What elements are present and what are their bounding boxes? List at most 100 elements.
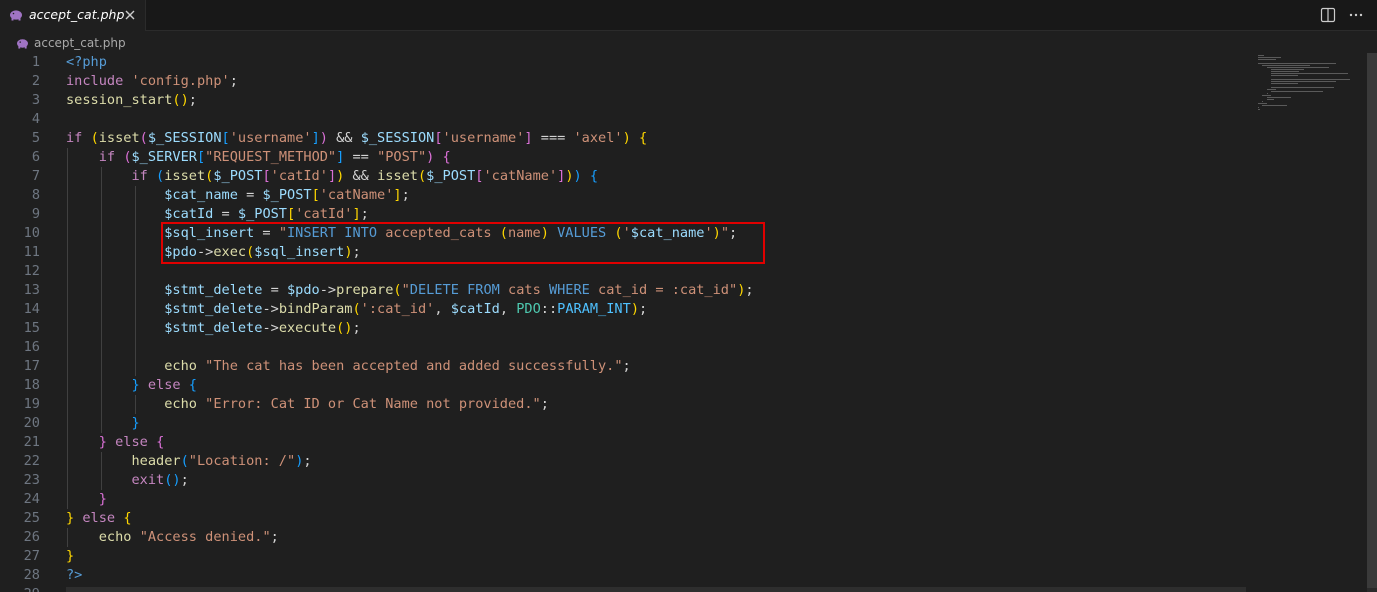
- code-token: [: [196, 149, 206, 165]
- code-text[interactable]: echo "Access denied.";: [66, 528, 279, 547]
- code-line[interactable]: 12: [0, 262, 1250, 281]
- code-token: 'username': [442, 130, 525, 146]
- code-text[interactable]: } else {: [66, 376, 197, 395]
- code-token: $_POST: [426, 168, 476, 184]
- code-line[interactable]: 22 header("Location: /");: [0, 452, 1250, 471]
- code-text[interactable]: if ($_SERVER["REQUEST_METHOD"] == "POST"…: [66, 148, 451, 167]
- code-line[interactable]: 17 echo "The cat has been accepted and a…: [0, 357, 1250, 376]
- code-token: execute: [278, 320, 337, 336]
- line-number: 25: [23, 510, 40, 526]
- horizontal-scrollbar[interactable]: [66, 587, 1246, 592]
- code-line[interactable]: 19 echo "Error: Cat ID or Cat Name not p…: [0, 395, 1250, 414]
- code-token: ,: [499, 301, 517, 317]
- code-text[interactable]: ?>: [66, 566, 82, 585]
- code-text[interactable]: if (isset($_POST['catId']) && isset($_PO…: [66, 167, 598, 186]
- code-line[interactable]: 3 session_start();: [0, 91, 1250, 110]
- code-line[interactable]: 6 if ($_SERVER["REQUEST_METHOD"] == "POS…: [0, 148, 1250, 167]
- vertical-scrollbar[interactable]: [1367, 53, 1377, 592]
- line-number: 16: [23, 339, 40, 355]
- code-text[interactable]: echo "The cat has been accepted and adde…: [66, 357, 631, 376]
- scrollbar-thumb[interactable]: [1367, 53, 1377, 588]
- code-line[interactable]: 15 $stmt_delete->execute();: [0, 319, 1250, 338]
- code-token: $_POST: [262, 187, 312, 203]
- code-text[interactable]: header("Location: /");: [66, 452, 312, 471]
- code-token: ): [622, 130, 631, 146]
- code-token: if: [131, 168, 148, 184]
- tab-bar: accept_cat.php: [0, 0, 1377, 31]
- tab-accept-cat-php[interactable]: accept_cat.php: [0, 0, 146, 31]
- code-token: isset: [98, 130, 140, 146]
- breadcrumb[interactable]: accept_cat.php: [0, 31, 1377, 53]
- code-line[interactable]: 25 } else {: [0, 509, 1250, 528]
- minimap-line: [1266, 67, 1330, 68]
- code-text[interactable]: }: [66, 547, 74, 566]
- code-token: "Location: /": [188, 453, 296, 469]
- code-text[interactable]: session_start();: [66, 91, 197, 110]
- code-line[interactable]: 7 if (isset($_POST['catId']) && isset($_…: [0, 167, 1250, 186]
- code-text[interactable]: }: [66, 414, 139, 433]
- code-token: (: [139, 130, 148, 146]
- code-token: $stmt_delete: [164, 282, 263, 298]
- code-token: session_start: [66, 92, 173, 108]
- code-text[interactable]: exit();: [66, 471, 188, 490]
- code-line[interactable]: 13 $stmt_delete = $pdo->prepare("DELETE …: [0, 281, 1250, 300]
- code-token: ==: [344, 149, 378, 165]
- code-line[interactable]: 28 ?>: [0, 566, 1250, 585]
- code-text[interactable]: }: [66, 490, 107, 509]
- code-line[interactable]: 2 include 'config.php';: [0, 72, 1250, 91]
- code-line[interactable]: 14 $stmt_delete->bindParam(':cat_id', $c…: [0, 300, 1250, 319]
- code-text[interactable]: } else {: [66, 509, 132, 528]
- close-icon[interactable]: [122, 7, 138, 23]
- code-token: }: [66, 548, 75, 564]
- code-token: }: [131, 377, 140, 393]
- code-line[interactable]: 1 <?php: [0, 53, 1250, 72]
- code-line[interactable]: 16: [0, 338, 1250, 357]
- code-text[interactable]: } else {: [66, 433, 165, 452]
- code-text[interactable]: echo "Error: Cat ID or Cat Name not prov…: [66, 395, 549, 414]
- code-text[interactable]: $cat_name = $_POST['catName'];: [66, 186, 410, 205]
- code-text[interactable]: if (isset($_SESSION['username']) && $_SE…: [66, 129, 647, 148]
- code-line[interactable]: 5 if (isset($_SESSION['username']) && $_S…: [0, 129, 1250, 148]
- minimap-line: [1258, 57, 1282, 58]
- code-text[interactable]: <?php: [66, 53, 107, 72]
- line-number: 10: [23, 225, 40, 241]
- split-editor-icon[interactable]: [1319, 6, 1337, 24]
- code-line[interactable]: 23 exit();: [0, 471, 1250, 490]
- minimap-line: [1271, 73, 1349, 74]
- code-token: {: [188, 377, 197, 393]
- code-text[interactable]: include 'config.php';: [66, 72, 238, 91]
- code-line[interactable]: 8 $cat_name = $_POST['catName'];: [0, 186, 1250, 205]
- code-line[interactable]: 18 } else {: [0, 376, 1250, 395]
- minimap-line: [1262, 95, 1272, 96]
- code-line[interactable]: 4: [0, 110, 1250, 129]
- minimap-line: [1271, 81, 1337, 82]
- breadcrumb-file[interactable]: accept_cat.php: [34, 36, 126, 50]
- minimap-line: [1258, 103, 1267, 104]
- code-line[interactable]: 21 } else {: [0, 433, 1250, 452]
- code-text[interactable]: $stmt_delete->bindParam(':cat_id', $catI…: [66, 300, 647, 319]
- code-line[interactable]: 26 echo "Access denied.";: [0, 528, 1250, 547]
- code-text[interactable]: $stmt_delete = $pdo->prepare("DELETE FRO…: [66, 281, 753, 300]
- more-actions-icon[interactable]: [1347, 6, 1365, 24]
- code-line[interactable]: 24 }: [0, 490, 1250, 509]
- code-line[interactable]: 20 }: [0, 414, 1250, 433]
- code-line[interactable]: 27}: [0, 547, 1250, 566]
- minimap[interactable]: [1250, 53, 1363, 592]
- code-area[interactable]: 1 <?php 2 include 'config.php'; 3 session_sta…: [0, 53, 1250, 592]
- code-text[interactable]: $stmt_delete->execute();: [66, 319, 360, 338]
- code-token: ?>: [66, 567, 83, 583]
- code-token: ;: [303, 453, 312, 469]
- minimap-line: [1271, 91, 1323, 92]
